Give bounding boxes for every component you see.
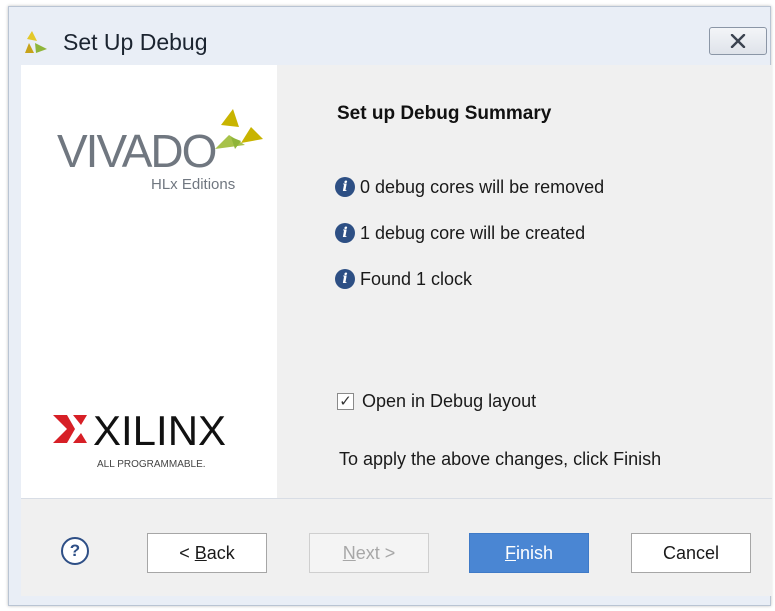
info-icon: i — [335, 223, 355, 243]
back-mnemonic: B — [194, 542, 207, 563]
finish-mnemonic: F — [504, 542, 516, 563]
close-icon — [730, 34, 746, 48]
summary-pane: Set up Debug Summary i 0 debug cores wil… — [277, 65, 772, 498]
vivado-text: VIVADO — [57, 125, 216, 177]
xilinx-tagline: ALL PROGRAMMABLE. — [97, 459, 206, 470]
summary-item: i 0 debug cores will be removed — [335, 175, 604, 199]
back-label-rest: ack — [206, 542, 235, 563]
window-title: Set Up Debug — [63, 29, 208, 55]
title-bar: Set Up Debug — [9, 7, 770, 63]
summary-item-text: Found 1 clock — [360, 268, 473, 289]
next-label-rest: ext > — [355, 542, 396, 563]
next-mnemonic: N — [342, 542, 356, 563]
apply-instruction: To apply the above changes, click Finish — [339, 449, 662, 469]
next-button[interactable]: Next > — [309, 533, 429, 573]
dialog-content: VIVADO HLx Editions XILINX ALL PROGRAMMA… — [21, 65, 772, 498]
back-button[interactable]: < Back — [147, 533, 267, 573]
cancel-button[interactable]: Cancel — [631, 533, 751, 573]
set-up-debug-dialog: Set Up Debug VIVADO HLx Editions XILINX … — [8, 6, 772, 606]
open-debug-layout-label[interactable]: Open in Debug layout — [362, 391, 536, 412]
open-debug-layout-option[interactable]: ✓ Open in Debug layout — [337, 391, 536, 412]
summary-item-text: 1 debug core will be created — [360, 222, 586, 243]
summary-title: Set up Debug Summary — [337, 103, 552, 124]
back-prefix: < — [179, 542, 195, 563]
info-icon: i — [335, 177, 355, 197]
vivado-subtitle: HLx Editions — [151, 176, 235, 193]
button-bar: ? < Back Next > Finish Cancel — [21, 498, 772, 596]
close-button[interactable] — [709, 27, 767, 55]
summary-item: i 1 debug core will be created — [335, 221, 585, 245]
xilinx-logo: XILINX ALL PROGRAMMABLE. — [53, 407, 226, 470]
open-debug-layout-checkbox[interactable]: ✓ — [337, 393, 354, 410]
vivado-logo: VIVADO HLx Editions — [57, 109, 263, 193]
help-button[interactable]: ? — [61, 537, 89, 565]
finish-label-rest: inish — [515, 542, 554, 563]
xilinx-text: XILINX — [93, 407, 226, 454]
branding-pane: VIVADO HLx Editions XILINX ALL PROGRAMMA… — [21, 65, 277, 498]
finish-button[interactable]: Finish — [469, 533, 589, 573]
info-icon: i — [335, 269, 355, 289]
vivado-leaf-icon — [25, 31, 47, 53]
summary-item-text: 0 debug cores will be removed — [360, 176, 605, 197]
summary-item: i Found 1 clock — [335, 267, 472, 291]
